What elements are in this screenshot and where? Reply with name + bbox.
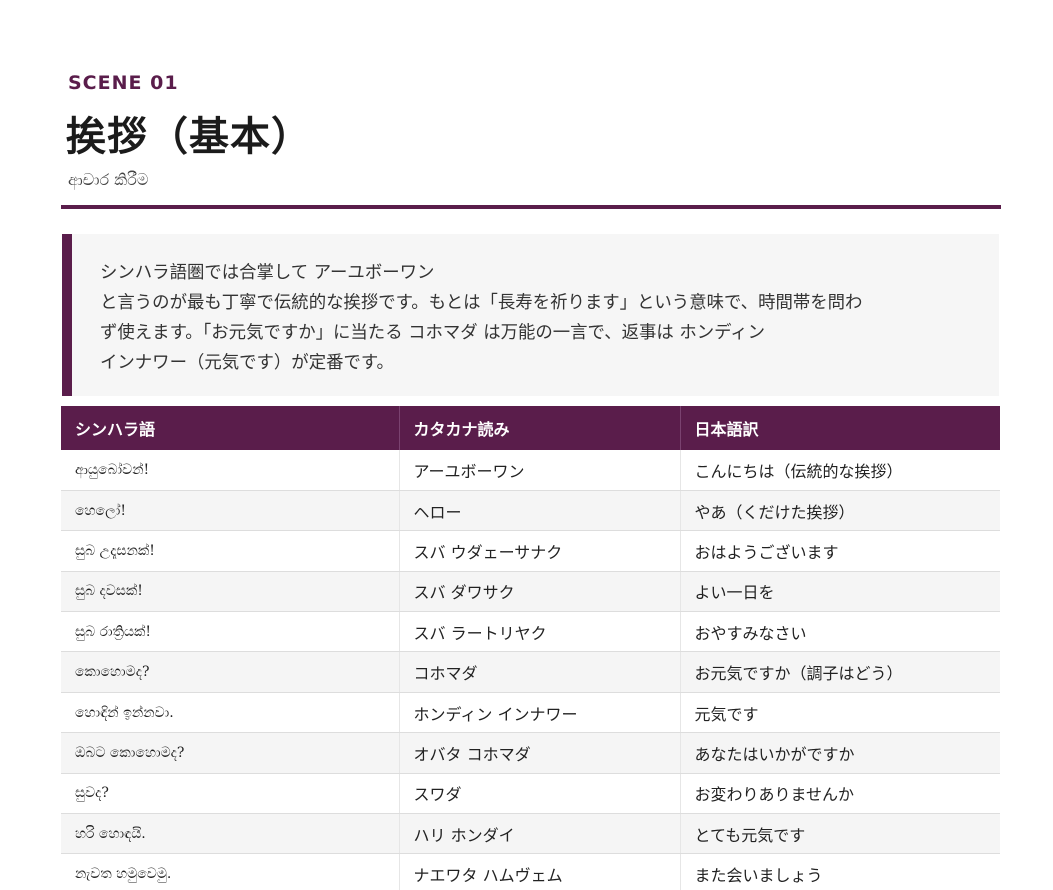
- table-row: හරි හොඳයි. ハリ ホンダイ とても元気です: [61, 813, 1000, 855]
- cell-sinhala: ආයුබෝවන්!: [61, 450, 400, 491]
- table-row: සුබ රාත්‍රියක්! スバ ラートリヤク おやすみなさい: [61, 611, 1000, 653]
- cell-japanese: やあ（くだけた挨拶）: [680, 490, 1000, 532]
- cell-katakana: ナエワタ ハムヴェム: [399, 853, 681, 890]
- table-row: හොඳින් ඉන්නවා. ホンディン インナワー 元気です: [61, 692, 1000, 734]
- column-header-katakana: カタカナ読み: [399, 406, 681, 450]
- cell-katakana: ヘロー: [399, 490, 681, 532]
- cell-japanese: おはようございます: [680, 530, 1000, 572]
- cell-katakana: オバタ コホマダ: [399, 732, 681, 774]
- cell-sinhala: හරි හොඳයි.: [61, 813, 400, 855]
- cell-japanese: お元気ですか（調子はどう）: [680, 651, 1000, 693]
- note-line: インナワー（元気です）が定番です。: [100, 353, 394, 373]
- cell-katakana: スバ ラートリヤク: [399, 611, 681, 653]
- cell-katakana: アーユボーワン: [399, 450, 681, 491]
- cell-katakana: コホマダ: [399, 651, 681, 693]
- page-title: 挨拶（基本）: [66, 114, 312, 160]
- table-row: සුබ උදෑසනක්! スバ ウダェーサナク おはようございます: [61, 530, 1000, 572]
- cell-japanese: 元気です: [680, 692, 1000, 734]
- cell-katakana: スワダ: [399, 773, 681, 815]
- table-row: නැවත හමුවෙමු. ナエワタ ハムヴェム また会いましょう: [61, 853, 1000, 890]
- column-header-japanese: 日本語訳: [680, 406, 1000, 450]
- cell-japanese: おやすみなさい: [680, 611, 1000, 653]
- cell-japanese: あなたはいかがですか: [680, 732, 1000, 774]
- cell-katakana: スバ ダワサク: [399, 571, 681, 613]
- cell-katakana: ホンディン インナワー: [399, 692, 681, 734]
- note-line: シンハラ語圏では合掌して アーユボーワン: [100, 263, 435, 283]
- table-header-row: シンハラ語 カタカナ読み 日本語訳: [61, 406, 1000, 450]
- table-row: ආයුබෝවන්! アーユボーワン こんにちは（伝統的な挨拶）: [61, 450, 1000, 491]
- page-subtitle: ආචාර කිරීම: [68, 170, 149, 189]
- cell-japanese: こんにちは（伝統的な挨拶）: [680, 450, 1000, 491]
- cell-sinhala: ඔබට කොහොමද?: [61, 732, 400, 774]
- cell-sinhala: සුබ දවසක්!: [61, 571, 400, 613]
- cell-sinhala: සුවද?: [61, 773, 400, 815]
- cell-sinhala: සුබ උදෑසනක්!: [61, 530, 400, 572]
- cell-sinhala: හොඳින් ඉන්නවා.: [61, 692, 400, 734]
- cell-japanese: お変わりありませんか: [680, 773, 1000, 815]
- table-row: සුබ දවසක්! スバ ダワサク よい一日を: [61, 571, 1000, 613]
- phrase-table: シンハラ語 カタカナ読み 日本語訳 ආයුබෝවන්! アーユボーワン こんにち…: [61, 406, 1000, 890]
- column-header-sinhala: シンハラ語: [61, 406, 400, 450]
- cell-sinhala: නැවත හමුවෙමු.: [61, 853, 400, 890]
- cell-japanese: とても元気です: [680, 813, 1000, 855]
- cell-sinhala: කොහොමද?: [61, 651, 400, 693]
- note-line: ず使えます。「お元気ですか」に当たる コホマダ は万能の一言で、返事は ホンディ…: [100, 323, 766, 343]
- cell-japanese: よい一日を: [680, 571, 1000, 613]
- table-row: කොහොමද? コホマダ お元気ですか（調子はどう）: [61, 651, 1000, 693]
- table-row: හෙලෝ! ヘロー やあ（くだけた挨拶）: [61, 490, 1000, 532]
- note-line: と言うのが最も丁寧で伝統的な挨拶です。もとは「長寿を祈ります」という意味で、時間…: [100, 293, 863, 313]
- cell-japanese: また会いましょう: [680, 853, 1000, 890]
- cell-sinhala: සුබ රාත්‍රියක්!: [61, 611, 400, 653]
- table-row: ඔබට කොහොමද? オバタ コホマダ あなたはいかがですか: [61, 732, 1000, 774]
- cell-sinhala: හෙලෝ!: [61, 490, 400, 532]
- header-divider: [61, 205, 1001, 209]
- intro-note-text: シンハラ語圏では合掌して アーユボーワン と言うのが最も丁寧で伝統的な挨拶です。…: [100, 258, 971, 378]
- scene-label: SCENE 01: [68, 72, 179, 94]
- cell-katakana: ハリ ホンダイ: [399, 813, 681, 855]
- intro-note: シンハラ語圏では合掌して アーユボーワン と言うのが最も丁寧で伝統的な挨拶です。…: [62, 234, 999, 396]
- table-row: සුවද? スワダ お変わりありませんか: [61, 773, 1000, 815]
- cell-katakana: スバ ウダェーサナク: [399, 530, 681, 572]
